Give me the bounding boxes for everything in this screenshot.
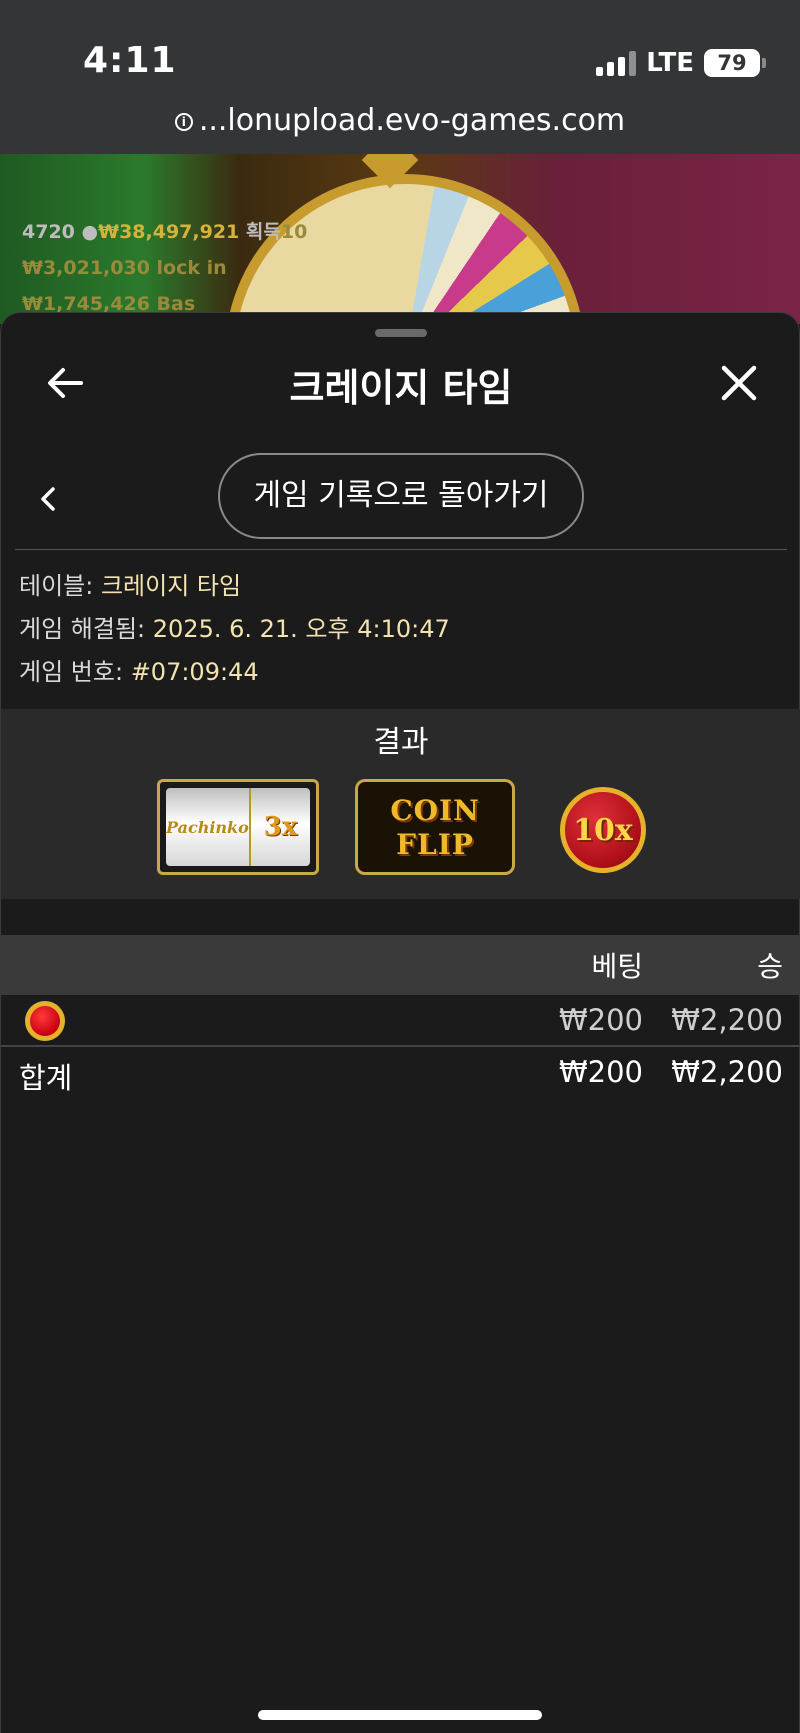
info-number-row: 게임 번호: #07:09:44 [19, 651, 450, 694]
info-resolved-row: 게임 해결됨: 2025. 6. 21. 오후 4:10:47 [19, 608, 450, 651]
drag-handle[interactable] [375, 329, 427, 337]
info-icon[interactable]: i [174, 112, 193, 131]
round-info: 테이블: 크레이지 타임 게임 해결됨: 2025. 6. 21. 오후 4:1… [19, 565, 450, 694]
info-table-row: 테이블: 크레이지 타임 [19, 565, 450, 608]
game-stats: 4720 ●₩38,497,921 획득10 ₩3,021,030 lock i… [22, 214, 307, 322]
win-value: 10 [280, 221, 308, 243]
coin-flip-line2: FLIP [396, 828, 474, 861]
col-win-header: 승 [757, 950, 783, 983]
red-chip-icon [25, 1001, 65, 1041]
row-win: ₩2,200 [671, 1003, 783, 1037]
table-label: 테이블: [19, 572, 94, 600]
url-bar[interactable]: i ...lonupload.evo-games.com [0, 103, 800, 138]
pachinko-3x-slot-icon: Pachinko 3x [157, 779, 319, 875]
table-row: ₩200 ₩2,200 [1, 995, 800, 1049]
history-panel: 크레이지 타임 게임 기록으로 돌아가기 테이블: 크레이지 타임 게임 해결됨… [0, 312, 800, 1733]
network-label: LTE [646, 48, 694, 78]
table-value: 크레이지 타임 [100, 572, 242, 600]
result-title: 결과 [373, 725, 429, 760]
chevron-left-icon[interactable] [35, 481, 59, 517]
game-number-label: 게임 번호: [19, 658, 124, 686]
win-label: 획득 [245, 221, 281, 243]
col-bet-header: 베팅 [591, 950, 643, 983]
status-icons: LTE 79 [596, 48, 766, 78]
row-bet: ₩200 [558, 1003, 643, 1037]
slot-reel-left: Pachinko [166, 817, 249, 837]
page-title: 크레이지 타임 [289, 366, 513, 410]
back-to-history-button[interactable]: 게임 기록으로 돌아가기 [218, 453, 584, 539]
total-bet: ₩38,497,921 [98, 221, 240, 243]
total-bet: ₩200 [558, 1055, 643, 1089]
signal-icon [596, 50, 637, 76]
close-icon[interactable] [719, 363, 759, 403]
url-text: ...lonupload.evo-games.com [198, 103, 626, 138]
multiplier-value: 10x [573, 812, 633, 848]
game-background: 4720 ●₩38,497,921 획득10 ₩3,021,030 lock i… [0, 154, 800, 324]
browser-top-bar: 4:11 LTE 79 i ...lonupload.evo-games.com [0, 0, 800, 154]
stat-line-2: ₩3,021,030 lock in [22, 257, 227, 279]
coin-flip-icon: COIN FLIP [355, 779, 515, 875]
total-row: 합계 ₩200 ₩2,200 [1, 1047, 800, 1101]
status-time: 4:11 [83, 40, 177, 81]
resolved-label: 게임 해결됨: [19, 615, 146, 643]
total-label: 합계 [19, 1061, 73, 1095]
result-section: 결과 Pachinko 3x COIN FLIP 10x [1, 709, 800, 899]
total-win: ₩2,200 [671, 1055, 783, 1089]
game-number-value: #07:09:44 [130, 658, 259, 686]
bet-table-header: 베팅 승 [1, 935, 800, 995]
resolved-value: 2025. 6. 21. 오후 4:10:47 [152, 615, 450, 643]
multiplier-10x-icon: 10x [560, 787, 646, 873]
coin-flip-line1: COIN [390, 794, 480, 827]
player-count: 4720 [22, 221, 75, 243]
person-icon: ● [81, 221, 99, 243]
home-indicator[interactable] [258, 1710, 542, 1720]
slot-reel-right: 3x [263, 812, 298, 842]
battery-icon: 79 [704, 49, 766, 77]
divider [15, 549, 787, 550]
